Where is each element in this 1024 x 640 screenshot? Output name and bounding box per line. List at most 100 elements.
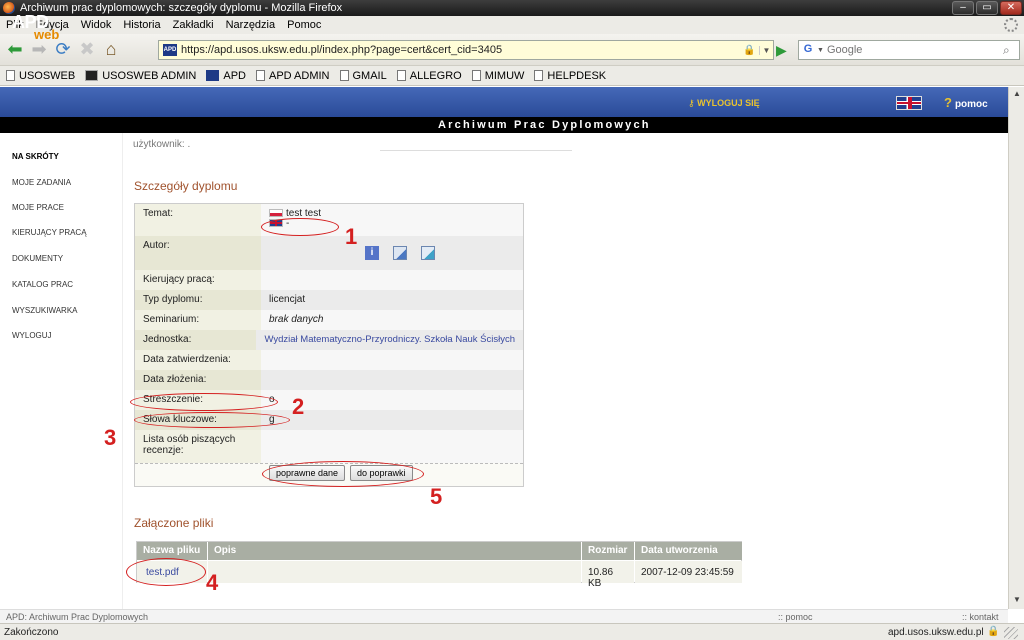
detail-value [261,370,523,390]
throbber-icon [1004,18,1018,32]
bookmark-label: APD [223,69,246,82]
annotation-number-4: 4 [206,570,219,595]
footer-help-link[interactable]: :: pomoc [778,612,813,622]
help-label: pomoc [954,99,988,110]
bookmark-label: USOSWEB ADMIN [102,69,197,82]
menu-widok[interactable]: Widok [81,19,112,31]
apd-header [0,87,1024,117]
bookmark-gmail[interactable]: GMAIL [339,70,387,82]
address-bar[interactable]: APD https://apd.usos.uksw.edu.pl/index.p… [158,40,774,60]
page-icon [534,70,544,81]
files-header-date: Data utworzenia [635,542,742,560]
scroll-down-icon[interactable]: ▼ [1011,595,1023,607]
lock-icon[interactable]: 🔒 [987,626,999,637]
bookmark-usosweb[interactable]: USOSWEB [6,70,75,82]
footer-app-name: APD: Archiwum Prac Dyplomowych [6,612,149,622]
detail-label: Lista osób piszących recenzje: [135,430,261,463]
vertical-scrollbar[interactable]: ▲ ▼ [1008,87,1024,609]
annotation-ellipse-5 [262,461,424,487]
detail-row-jednostka: Jednostka: Wydział Matematyczno-Przyrodn… [135,330,523,350]
search-engine-dropdown-icon[interactable]: ▼ [817,47,824,54]
detail-value-author: i [261,236,523,270]
annotation-ellipse-2a [130,393,278,411]
menu-pomoc[interactable]: Pomoc [287,19,321,31]
menu-narzedzia[interactable]: Narzędzia [226,19,276,31]
sidebar: NA SKRÓTY MOJE ZADANIA MOJE PRACE KIERUJ… [0,133,122,609]
magnifier-icon[interactable]: ⌕ [1003,43,1019,58]
url-dropdown-icon[interactable]: ▼ [759,45,773,55]
minimize-button[interactable]: ‒ [952,1,974,15]
bookmark-label: APD ADMIN [268,69,330,82]
menu-historia[interactable]: Historia [123,19,160,31]
question-icon: ? [944,95,952,110]
annotation-ellipse-2b [134,412,290,428]
sidebar-item-kierujacy-praca[interactable]: KIERUJĄCY PRACĄ [12,228,87,237]
bookmark-allegro[interactable]: ALLEGRO [396,70,462,82]
logout-link[interactable]: ⚷ WYLOGUJ SIĘ [688,98,760,109]
menu-bar: Plik Edycja Widok Historia Zakładki Narz… [0,16,1024,34]
maximize-button[interactable]: ▭ [976,1,998,15]
go-arrow-icon[interactable]: ▶ [776,42,787,59]
sidebar-item-wyszukiwarka[interactable]: WYSZUKIWARKA [12,306,77,315]
detail-row-typ: Typ dyplomu: licencjat [135,290,523,310]
home-icon[interactable]: ⌂ [100,39,122,61]
lock-icon[interactable]: 🔒 [743,45,755,56]
status-text: Zakończono [4,627,59,638]
file-desc [208,561,581,583]
document-alt-icon[interactable] [421,246,435,260]
back-arrow-icon[interactable]: ⬅ [4,39,26,61]
bookmark-helpdesk[interactable]: HELPDESK [534,70,606,82]
sidebar-item-katalog-prac[interactable]: KATALOG PRAC [12,280,73,289]
stop-icon[interactable]: ✖ [76,39,98,61]
bookmark-apd-admin[interactable]: APD ADMIN [255,69,330,82]
scroll-up-icon[interactable]: ▲ [1011,89,1023,101]
url-text[interactable]: https://apd.usos.uksw.edu.pl/index.php?p… [181,44,743,56]
navigation-toolbar: ⬅ ➡ ⟳ ✖ ⌂ APD https://apd.usos.uksw.edu.… [0,34,1024,66]
bookmark-usosweb-admin[interactable]: USOSWEB ADMIN [85,70,196,82]
page-icon [396,70,406,81]
files-header-size: Rozmiar [582,542,634,560]
detail-label: Data zatwierdzenia: [135,350,261,370]
window-titlebar: Archiwum prac dyplomowych: szczegóły dyp… [0,0,1024,16]
detail-label: Autor: [135,236,261,270]
files-header-desc: Opis [208,542,581,560]
sidebar-item-moje-prace[interactable]: MOJE PRACE [12,203,64,212]
help-link[interactable]: ? pomoc [944,95,988,110]
apd-banner: Archiwum Prac Dyplomowych [0,117,1008,133]
bookmark-apd[interactable]: APD [206,70,246,82]
search-input[interactable] [826,44,1003,56]
files-title: Załączone pliki [134,516,214,530]
detail-value [261,270,523,290]
page-icon [255,70,265,81]
page-icon [6,70,15,81]
menu-zakladki[interactable]: Zakładki [173,19,214,31]
detail-row-data-zlozenia: Data złożenia: [135,370,523,390]
window-controls: ‒ ▭ ✕ [952,1,1022,15]
close-button[interactable]: ✕ [1000,1,1022,15]
info-icon[interactable]: i [365,246,379,260]
detail-label: Typ dyplomu: [135,290,261,310]
google-icon[interactable]: G [801,43,815,57]
detail-value [261,430,523,463]
sidebar-item-dokumenty[interactable]: DOKUMENTY [12,254,63,263]
resize-grip-icon[interactable] [1004,627,1018,639]
details-table: Temat: test test - Autor: i Kierujący pr… [134,203,524,487]
bookmarks-toolbar: USOSWEB USOSWEB ADMIN APD APD ADMIN GMAI… [0,66,1024,86]
footer-contact-link[interactable]: :: kontakt [962,612,999,622]
english-flag-icon[interactable] [896,96,922,110]
search-box[interactable]: G ▼ ⌕ [798,40,1020,60]
banner-text: Archiwum Prac Dyplomowych [438,119,651,131]
detail-label: Kierujący pracą: [135,270,261,290]
page-icon [471,70,481,81]
bookmark-mimuw[interactable]: MIMUW [471,70,524,82]
unit-link[interactable]: Wydział Matematyczno-Przyrodniczy. Szkoł… [256,330,523,350]
sidebar-item-wyloguj[interactable]: WYLOGUJ [12,331,52,340]
user-divider [380,150,572,151]
sidebar-item-moje-zadania[interactable]: MOJE ZADANIA [12,178,71,187]
document-icon[interactable] [393,246,407,260]
detail-row-seminarium: Seminarium: brak danych [135,310,523,330]
sidebar-item-na-skroty[interactable]: NA SKRÓTY [12,152,59,161]
detail-value [261,350,523,370]
annotation-ellipse-4 [126,558,206,586]
detail-row-recenzenci: Lista osób piszących recenzje: [135,430,523,463]
